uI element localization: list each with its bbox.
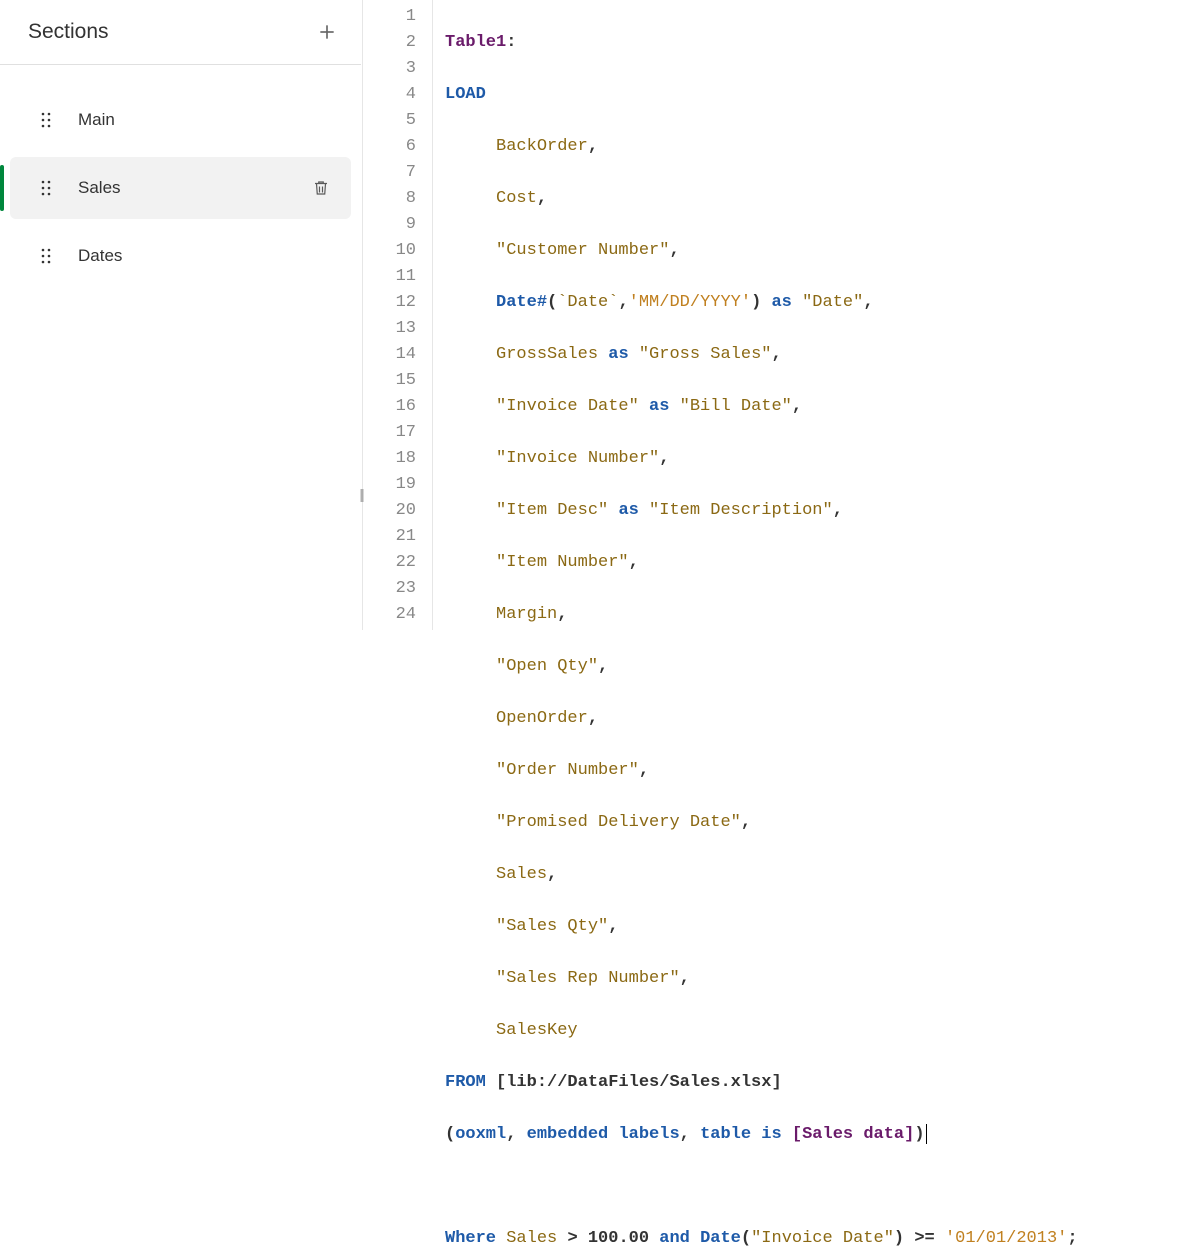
drag-handle-icon[interactable] bbox=[38, 112, 54, 128]
add-section-button[interactable] bbox=[313, 18, 341, 46]
drag-handle-icon[interactable] bbox=[38, 180, 54, 196]
line-number: 2 bbox=[363, 30, 416, 56]
sidebar-item-sales[interactable]: Sales bbox=[10, 157, 351, 219]
sidebar-title: Sections bbox=[28, 20, 109, 44]
token-keyword: LOAD bbox=[445, 85, 486, 104]
line-number: 16 bbox=[363, 394, 416, 420]
delete-section-button[interactable] bbox=[309, 176, 333, 200]
token-field: Margin bbox=[496, 605, 557, 624]
token-field: "Invoice Number" bbox=[496, 449, 659, 468]
token-field: OpenOrder bbox=[496, 709, 588, 728]
token-where: Where bbox=[445, 1229, 496, 1248]
code-editor[interactable]: 123456789101112131415161718192021222324 … bbox=[362, 0, 1191, 630]
sidebar-item-dates[interactable]: Dates bbox=[10, 225, 351, 287]
line-gutter: 123456789101112131415161718192021222324 bbox=[363, 0, 433, 630]
pane-splitter[interactable]: || bbox=[355, 0, 367, 630]
sidebar-item-label: Main bbox=[78, 110, 333, 130]
sidebar-item-label: Sales bbox=[78, 178, 309, 198]
token-field: GrossSales bbox=[496, 345, 598, 364]
line-number: 22 bbox=[363, 550, 416, 576]
plus-icon bbox=[317, 22, 337, 42]
line-number: 17 bbox=[363, 420, 416, 446]
line-number: 20 bbox=[363, 498, 416, 524]
token-field: "Sales Qty" bbox=[496, 917, 608, 936]
token-field: Cost bbox=[496, 189, 537, 208]
sections-sidebar: Sections Main Sales bbox=[0, 0, 362, 630]
code-area[interactable]: Table1: LOAD BackOrder, Cost, "Customer … bbox=[433, 0, 1191, 630]
line-number: 13 bbox=[363, 316, 416, 342]
token-func: Date# bbox=[496, 293, 547, 312]
line-number: 19 bbox=[363, 472, 416, 498]
line-number: 3 bbox=[363, 56, 416, 82]
line-number: 21 bbox=[363, 524, 416, 550]
line-number: 10 bbox=[363, 238, 416, 264]
line-number: 23 bbox=[363, 576, 416, 602]
line-number: 18 bbox=[363, 446, 416, 472]
line-number: 12 bbox=[363, 290, 416, 316]
token-field: "Sales Rep Number" bbox=[496, 969, 680, 988]
token-table: Table1 bbox=[445, 33, 506, 52]
line-number: 6 bbox=[363, 134, 416, 160]
sidebar-item-label: Dates bbox=[78, 246, 333, 266]
token-field: "Customer Number" bbox=[496, 241, 669, 260]
token-field: Sales bbox=[496, 865, 547, 884]
line-number: 9 bbox=[363, 212, 416, 238]
text-cursor bbox=[926, 1124, 927, 1144]
token-field: "Order Number" bbox=[496, 761, 639, 780]
trash-icon bbox=[312, 178, 330, 198]
token-field: "Promised Delivery Date" bbox=[496, 813, 741, 832]
token-field: SalesKey bbox=[496, 1021, 578, 1040]
line-number: 1 bbox=[363, 4, 416, 30]
token-field: BackOrder bbox=[496, 137, 588, 156]
line-number: 11 bbox=[363, 264, 416, 290]
line-number: 4 bbox=[363, 82, 416, 108]
token-field: "Invoice Date" bbox=[496, 397, 639, 416]
line-number: 8 bbox=[363, 186, 416, 212]
drag-handle-icon[interactable] bbox=[38, 248, 54, 264]
splitter-handle-icon: || bbox=[359, 486, 362, 502]
token-field: "Item Desc" bbox=[496, 501, 608, 520]
line-number: 15 bbox=[363, 368, 416, 394]
line-number: 5 bbox=[363, 108, 416, 134]
sidebar-item-main[interactable]: Main bbox=[10, 89, 351, 151]
token-keyword: FROM bbox=[445, 1073, 486, 1092]
token-field: "Open Qty" bbox=[496, 657, 598, 676]
line-number: 14 bbox=[363, 342, 416, 368]
sidebar-header: Sections bbox=[0, 0, 361, 65]
line-number: 24 bbox=[363, 602, 416, 628]
token-field: "Item Number" bbox=[496, 553, 629, 572]
line-number: 7 bbox=[363, 160, 416, 186]
section-list: Main Sales Dates bbox=[0, 65, 361, 293]
